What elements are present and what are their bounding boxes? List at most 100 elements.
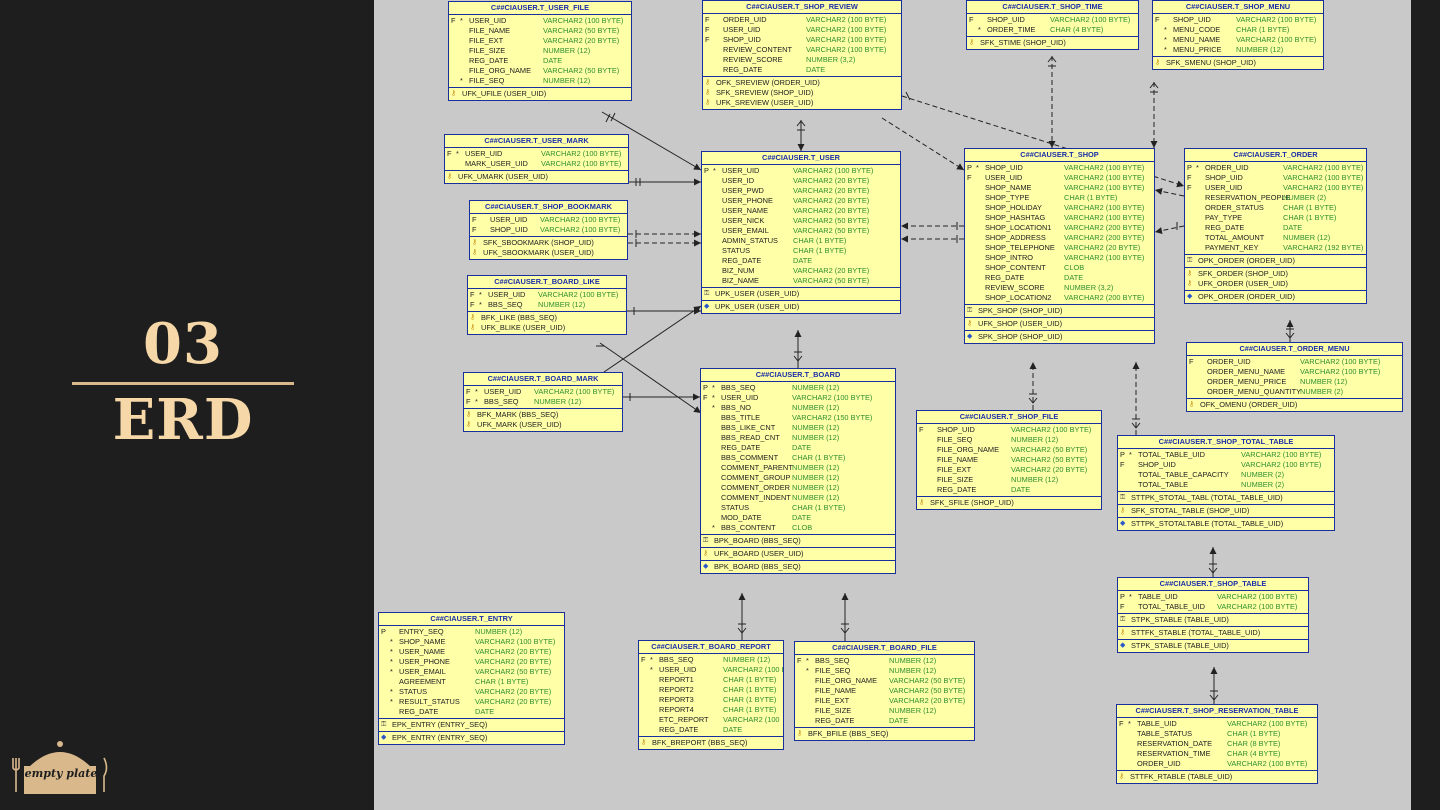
column-type: CHAR (4 BYTE) xyxy=(1227,749,1281,758)
column-type: NUMBER (12) xyxy=(792,463,840,472)
table-shop_review: C##CIAUSER.T_SHOP_REVIEW F ORDER_UID VARCHA… xyxy=(702,0,902,110)
column-name: TOTAL_TABLE_UID xyxy=(1138,602,1205,611)
key-row: ⚿ STTPK_STOTAL_TABL (TOTAL_TABLE_UID) xyxy=(1118,493,1334,503)
column-name: REG_DATE xyxy=(721,443,761,452)
key-section: ◆ SPK_SHOP (SHOP_UID) xyxy=(965,330,1154,343)
column-type: CHAR (1 BYTE) xyxy=(792,453,846,462)
column-type: VARCHAR2 (50 BYTE) xyxy=(475,667,552,676)
key-section: ⚷ STTFK_RTABLE (TABLE_UID) xyxy=(1117,770,1317,783)
column-row: SHOP_LOCATION2 VARCHAR2 (200 BYTE) xyxy=(965,293,1154,303)
key-row: ◆ SPK_SHOP (SHOP_UID) xyxy=(965,332,1154,342)
table-name: C##CIAUSER.T_ORDER xyxy=(1185,149,1366,162)
column-row: FILE_NAME VARCHAR2 (50 BYTE) xyxy=(449,26,631,36)
column-row: STATUS CHAR (1 BYTE) xyxy=(701,503,895,513)
key-row: ⚿ BPK_BOARD (BBS_SEQ) xyxy=(701,536,895,546)
column-row: TOTAL_TABLE NUMBER (2) xyxy=(1118,480,1334,490)
column-type: VARCHAR2 (100 BYTE) xyxy=(792,393,873,402)
column-name: COMMENT_INDENT xyxy=(721,493,791,502)
key-section: ◆ EPK_ENTRY (ENTRY_SEQ) xyxy=(379,731,564,744)
column-type: NUMBER (2) xyxy=(1241,480,1285,489)
key-section: ◆ STPK_STABLE (TABLE_UID) xyxy=(1118,639,1308,652)
column-name: COMMENT_PARENT xyxy=(721,463,793,472)
key-label: STTFK_RTABLE (TABLE_UID) xyxy=(1130,772,1233,781)
foreign-key-icon: ⚷ xyxy=(705,79,711,86)
foreign-key-icon: ⚷ xyxy=(447,173,453,180)
column-row: SHOP_ADDRESS VARCHAR2 (200 BYTE) xyxy=(965,233,1154,243)
key-section: ◆ STTPK_STOTALTABLE (TOTAL_TABLE_UID) xyxy=(1118,517,1334,530)
key-row: ⚿ SPK_SHOP (SHOP_UID) xyxy=(965,306,1154,316)
column-type: VARCHAR2 (100 BYTE) xyxy=(1227,759,1308,768)
column-row: * MENU_PRICE NUMBER (12) xyxy=(1153,45,1323,55)
column-type: NUMBER (12) xyxy=(792,483,840,492)
column-row: F * USER_UID VARCHAR2 (100 BYTE) xyxy=(468,290,626,300)
column-name: SHOP_HASHTAG xyxy=(985,213,1046,222)
column-row: RESERVATION_PEOPLE NUMBER (2) xyxy=(1185,193,1366,203)
key-row: ⚷ BFK_BREPORT (BBS_SEQ) xyxy=(639,738,783,748)
key-row: ⚷ STTFK_STABLE (TOTAL_TABLE_UID) xyxy=(1118,628,1308,638)
column-list: F * USER_UID VARCHAR2 (100 BYTE) FILE_NAME VA… xyxy=(449,15,631,87)
column-flag: F xyxy=(1119,719,1124,728)
key-label: SFK_SBOOKMARK (SHOP_UID) xyxy=(483,238,594,247)
column-row: F SHOP_UID VARCHAR2 (100 BYTE) xyxy=(917,425,1101,435)
column-row: FILE_NAME VARCHAR2 (50 BYTE) xyxy=(917,455,1101,465)
column-row: SHOP_HASHTAG VARCHAR2 (100 BYTE) xyxy=(965,213,1154,223)
column-list: P * TABLE_UID VARCHAR2 (100 BYTE) F TOTAL_TAB… xyxy=(1118,591,1308,613)
key-section: ⚿ BPK_BOARD (BBS_SEQ) xyxy=(701,534,895,547)
column-row: ORDER_MENU_NAME VARCHAR2 (100 BYTE) xyxy=(1187,367,1402,377)
column-name: SHOP_UID xyxy=(490,225,528,234)
key-label: SFK_ORDER (SHOP_UID) xyxy=(1198,269,1288,278)
table-board_like: C##CIAUSER.T_BOARD_LIKE F * USER_UID VARCHAR… xyxy=(467,275,627,335)
column-name: BIZ_NAME xyxy=(722,276,759,285)
key-section: ⚷ UFK_SHOP (USER_UID) xyxy=(965,317,1154,330)
column-type: VARCHAR2 (100 BYTE) xyxy=(1283,183,1364,192)
column-name: ENTRY_SEQ xyxy=(399,627,444,636)
column-name: SHOP_INTRO xyxy=(985,253,1034,262)
column-type: CLOB xyxy=(1064,263,1085,272)
column-row: ETC_REPORT VARCHAR2 (100 xyxy=(639,715,783,725)
foreign-key-icon: ⚷ xyxy=(705,99,711,106)
column-type: VARCHAR2 (50 BYTE) xyxy=(1011,455,1088,464)
column-row: FILE_SIZE NUMBER (12) xyxy=(795,706,974,716)
key-label: SFK_SREVIEW (SHOP_UID) xyxy=(716,88,814,97)
key-row: ◆ EPK_ENTRY (ENTRY_SEQ) xyxy=(379,733,564,743)
column-name: MOD_DATE xyxy=(721,513,762,522)
key-row: ⚷ SFK_SREVIEW (SHOP_UID) xyxy=(703,88,901,98)
column-type: NUMBER (2) xyxy=(1241,470,1285,479)
table-user: C##CIAUSER.T_USER P * USER_UID VARCHAR2 (100… xyxy=(701,151,901,314)
column-row: USER_PHONE VARCHAR2 (20 BYTE) xyxy=(702,196,900,206)
column-flag: F xyxy=(470,290,475,299)
column-type: VARCHAR2 (50 BYTE) xyxy=(543,26,620,35)
column-type: VARCHAR2 (100 BYTE) xyxy=(1300,367,1381,376)
table-board_report: C##CIAUSER.T_BOARD_REPORT F * BBS_SEQ NUMBER… xyxy=(638,640,784,750)
primary-key-icon: ◆ xyxy=(703,563,709,570)
column-type: VARCHAR2 (100 BYTE) xyxy=(806,15,887,24)
column-name: REVIEW_SCORE xyxy=(985,283,1045,292)
column-name: TABLE_STATUS xyxy=(1137,729,1193,738)
column-flag: F xyxy=(1120,460,1125,469)
table-shop_total_table: C##CIAUSER.T_SHOP_TOTAL_TABLE P * TOTAL_TAB… xyxy=(1117,435,1335,531)
column-name: BBS_SEQ xyxy=(815,656,850,665)
column-name: BBS_LIKE_CNT xyxy=(721,423,776,432)
column-type: VARCHAR2 (100 BYTE) xyxy=(806,25,887,34)
column-row: BIZ_NUM VARCHAR2 (20 BYTE) xyxy=(702,266,900,276)
key-label: UFK_SREVIEW (USER_UID) xyxy=(716,98,814,107)
column-type: VARCHAR2 (100 BYTE) xyxy=(1064,183,1145,192)
column-name: PAY_TYPE xyxy=(1205,213,1243,222)
column-name: ORDER_MENU_PRICE xyxy=(1207,377,1287,386)
column-row: REG_DATE DATE xyxy=(639,725,783,735)
key-label: STPK_STABLE (TABLE_UID) xyxy=(1131,615,1229,624)
foreign-key-icon: ⚷ xyxy=(472,249,478,256)
column-name: SHOP_LOCATION2 xyxy=(985,293,1052,302)
unique-key-icon: ⚿ xyxy=(1187,257,1193,264)
column-list: F * USER_UID VARCHAR2 (100 BYTE) F * BBS_SEQ NU… xyxy=(464,386,622,408)
column-name: SHOP_LOCATION1 xyxy=(985,223,1052,232)
key-row: ⚷ UFK_BLIKE (USER_UID) xyxy=(468,323,626,333)
column-required: * xyxy=(1129,592,1132,601)
column-row: * BBS_NO NUMBER (12) xyxy=(701,403,895,413)
column-type: VARCHAR2 (150 BYTE) xyxy=(792,413,873,422)
column-name: REVIEW_SCORE xyxy=(723,55,783,64)
foreign-key-icon: ⚷ xyxy=(641,739,647,746)
table-name: C##CIAUSER.T_ENTRY xyxy=(379,613,564,626)
column-row: FILE_SEQ NUMBER (12) xyxy=(917,435,1101,445)
foreign-key-icon: ⚷ xyxy=(705,89,711,96)
